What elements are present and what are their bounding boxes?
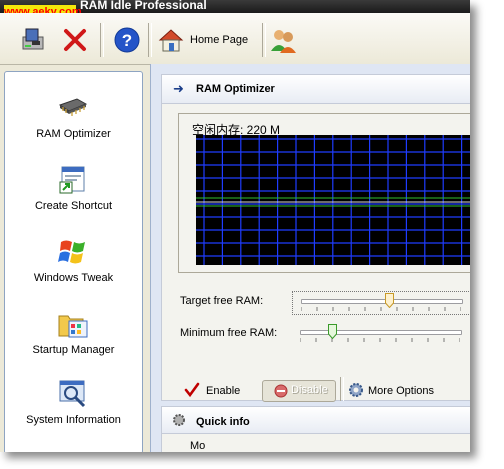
disable-button[interactable]: Disable <box>262 380 336 402</box>
home-page-link[interactable]: Home Page <box>190 34 248 46</box>
more-options-label: More Options <box>368 385 435 397</box>
sidebar-item-create-shortcut[interactable]: Create Shortcut <box>5 164 142 226</box>
disable-label: Disable <box>291 384 328 396</box>
close-icon[interactable] <box>60 25 90 55</box>
button-separator <box>340 377 344 401</box>
slider-thumb[interactable] <box>384 293 394 308</box>
quick-info-header[interactable]: Quick info <box>162 407 470 434</box>
sidebar-item-ram-optimizer[interactable]: RAM Optimizer <box>5 92 142 154</box>
slider-thumb[interactable] <box>327 324 337 339</box>
toolbar: ? Home Page <box>0 13 470 65</box>
ram-optimizer-card: ➜ RAM Optimizer 空闲内存: 220 M Target free … <box>161 74 470 402</box>
sidebar-item-label: Create Shortcut <box>34 200 113 212</box>
quick-info-text: Mo <box>190 440 206 452</box>
slider-track <box>301 299 463 304</box>
app-window: RAM Idle Professional www.aeky.com ? Hom… <box>0 0 470 452</box>
toolbar-separator <box>148 23 152 57</box>
slider-ticks <box>300 338 460 342</box>
gear-icon <box>173 414 185 426</box>
svg-text:?: ? <box>122 31 132 50</box>
sidebar: RAM Optimizer Create Shortcut Windows Tw… <box>4 71 143 452</box>
card-header: ➜ RAM Optimizer <box>162 75 470 104</box>
gear-icon <box>349 383 363 397</box>
toolbar-separator <box>100 23 104 57</box>
arrow-right-icon: ➜ <box>173 81 184 96</box>
minimum-free-ram-slider[interactable] <box>292 323 470 345</box>
minimum-free-ram-label: Minimum free RAM: <box>180 327 278 339</box>
memory-chip-icon <box>58 98 88 116</box>
memory-graph <box>196 135 470 265</box>
help-icon[interactable]: ? <box>112 25 142 55</box>
windows-logo-icon <box>58 240 85 264</box>
quick-info-title: Quick info <box>196 416 250 428</box>
checkmark-icon <box>184 382 200 398</box>
sidebar-item-startup-manager[interactable]: Startup Manager <box>5 308 142 370</box>
slider-track <box>300 330 462 335</box>
sidebar-item-system-information[interactable]: System Information <box>5 378 142 440</box>
no-entry-icon <box>274 384 288 398</box>
toolbar-separator <box>262 23 266 57</box>
more-options-button[interactable]: More Options <box>348 380 448 402</box>
main-panel: ➜ RAM Optimizer 空闲内存: 220 M Target free … <box>150 64 470 452</box>
card-title: RAM Optimizer <box>196 83 275 95</box>
home-icon[interactable] <box>156 25 186 55</box>
slider-ticks <box>301 307 461 311</box>
window-title: RAM Idle Professional <box>80 0 207 12</box>
target-free-ram-label: Target free RAM: <box>180 295 264 307</box>
sidebar-item-windows-tweak[interactable]: Windows Tweak <box>5 236 142 298</box>
target-free-ram-slider[interactable] <box>292 291 470 315</box>
shortcut-icon <box>59 166 85 194</box>
quick-info-card: Quick info Mo <box>161 406 470 452</box>
startup-manager-icon <box>58 315 88 338</box>
system-info-icon <box>59 380 86 408</box>
sidebar-item-label: Windows Tweak <box>33 272 114 284</box>
sidebar-item-label: Startup Manager <box>32 344 115 356</box>
enable-button[interactable]: Enable <box>184 380 244 402</box>
sidebar-item-label: RAM Optimizer <box>36 128 111 140</box>
save-settings-icon[interactable] <box>18 25 48 55</box>
users-icon[interactable] <box>268 25 298 55</box>
enable-label: Enable <box>206 385 241 397</box>
sidebar-item-label: System Information <box>26 414 121 426</box>
